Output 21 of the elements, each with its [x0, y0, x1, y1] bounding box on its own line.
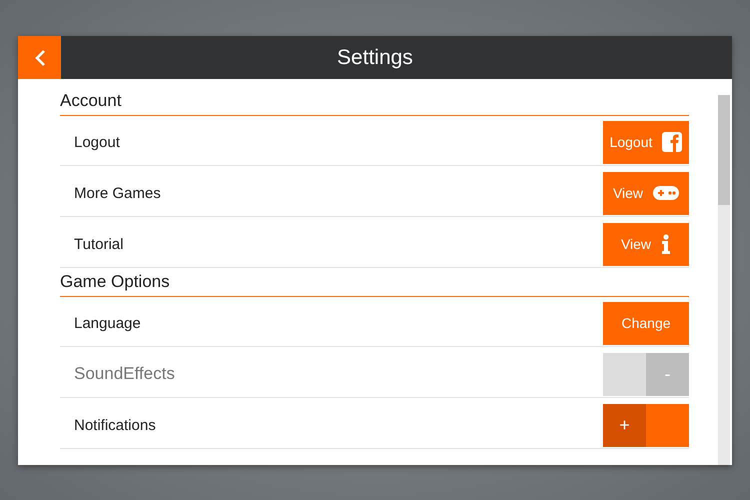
back-icon — [34, 48, 46, 66]
setting-label: Tutorial — [74, 236, 124, 252]
action-button[interactable]: View — [603, 172, 689, 214]
info-icon — [661, 234, 672, 254]
section-heading: Account — [60, 91, 689, 116]
setting-label: Logout — [74, 134, 120, 150]
scrollbar[interactable] — [718, 95, 730, 465]
back-button[interactable] — [18, 36, 61, 79]
action-button[interactable]: View — [603, 222, 689, 266]
toggle-switch[interactable]: + — [603, 404, 689, 446]
setting-label: Language — [74, 314, 141, 332]
setting-label: SoundEffects — [74, 364, 175, 384]
facebook-icon — [662, 132, 682, 152]
toggle-switch[interactable]: - — [603, 352, 689, 396]
window-title: Settings — [336, 46, 414, 70]
setting-label: More Games — [74, 184, 161, 202]
action-button[interactable]: Logout — [603, 120, 689, 164]
action-button[interactable]: Change — [603, 302, 689, 344]
setting-label: Notifications — [74, 416, 156, 434]
section-heading: Game Options — [60, 272, 689, 297]
gamepad-icon — [653, 186, 680, 200]
